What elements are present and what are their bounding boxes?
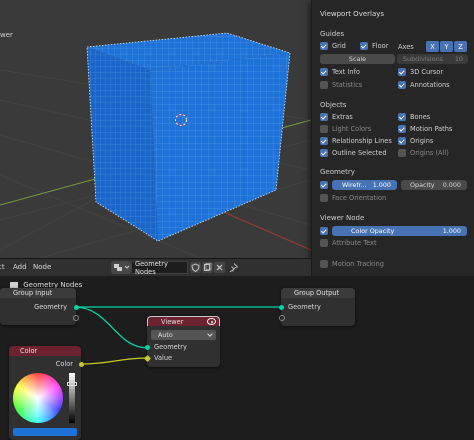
group-output-empty-socket[interactable] [279, 315, 285, 321]
group-output-node[interactable]: Group Output Geometry [279, 288, 355, 326]
group-input-title: Group Input [13, 289, 53, 297]
color-wheel[interactable] [13, 373, 63, 423]
color-output-socket[interactable] [79, 362, 84, 367]
group-output-header[interactable]: Group Output [281, 288, 355, 298]
viewer-header[interactable]: Viewer [147, 316, 220, 326]
group-input-node[interactable]: Group Input Geometry [0, 288, 79, 325]
viewer-value-label: Value [154, 354, 173, 362]
viewer-node[interactable]: Viewer Auto Geometry Value [143, 316, 220, 367]
group-output-geometry-socket[interactable] [279, 305, 284, 310]
color-output-label: Color [55, 360, 73, 368]
viewer-domain-value: Auto [158, 331, 173, 339]
viewer-geometry-label: Geometry [154, 343, 187, 351]
color-node[interactable]: Color Color [9, 346, 84, 440]
chevron-down-icon [207, 331, 213, 337]
color-header[interactable]: Color [9, 346, 81, 356]
color-title: Color [20, 347, 38, 355]
group-output-geometry-label: Geometry [288, 303, 321, 311]
color-swatch[interactable] [13, 428, 77, 436]
group-input-header[interactable]: Group Input [0, 288, 76, 298]
viewer-title: Viewer [161, 317, 184, 326]
group-input-geometry-label: Geometry [34, 303, 67, 311]
viewer-domain-dropdown[interactable]: Auto [151, 330, 216, 340]
group-input-empty-socket[interactable] [73, 315, 79, 321]
eye-icon[interactable] [207, 318, 216, 325]
group-input-geometry-socket[interactable] [74, 305, 79, 310]
group-output-title: Group Output [294, 289, 340, 297]
value-slider-handle[interactable] [67, 382, 77, 386]
viewer-geometry-socket[interactable] [145, 345, 150, 350]
value-slider[interactable] [69, 373, 75, 423]
